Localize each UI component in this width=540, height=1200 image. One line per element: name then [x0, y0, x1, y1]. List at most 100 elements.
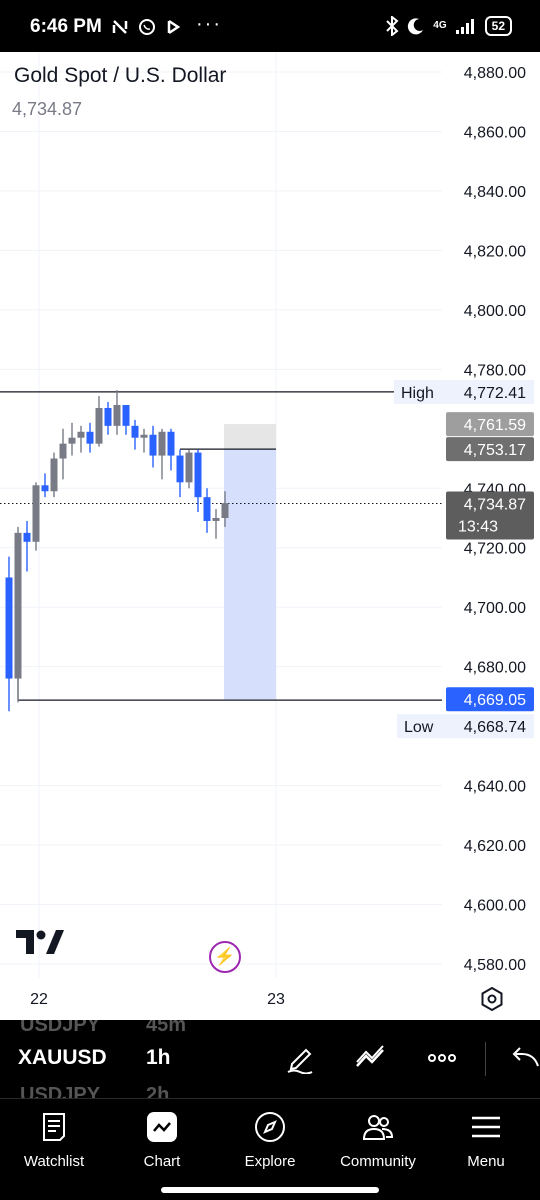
moon-icon — [408, 18, 424, 35]
x-tick-label: 23 — [267, 991, 285, 1008]
interval-button[interactable]: 1h — [146, 1046, 171, 1070]
candle-body[interactable] — [113, 405, 121, 426]
nav-chart[interactable]: Chart — [108, 1111, 216, 1170]
nav-label-explore: Explore — [244, 1153, 296, 1170]
menu-icon — [472, 1116, 500, 1138]
candle-body[interactable] — [95, 407, 103, 444]
candle-body[interactable] — [212, 518, 220, 521]
ghost-symbol-top: USDJPY — [20, 1020, 101, 1036]
candle-body[interactable] — [149, 434, 157, 456]
flash-icon[interactable]: ⚡ — [209, 941, 241, 973]
y-tick-label: 4,580.00 — [464, 957, 526, 974]
tag-4753-text: 4,753.17 — [464, 442, 526, 459]
candle-body[interactable] — [176, 455, 184, 483]
high-label: High — [401, 385, 434, 402]
nav-label-watchlist: Watchlist — [23, 1153, 85, 1170]
position-target-zone[interactable] — [224, 449, 276, 700]
more-notifications: ··· — [196, 13, 222, 35]
candle-body[interactable] — [41, 485, 49, 492]
bluetooth-icon — [386, 16, 399, 36]
current-price-text: 4,734.87 — [464, 497, 526, 514]
y-tick-label: 4,620.00 — [464, 838, 526, 855]
network-type: 4G — [433, 20, 447, 31]
home-indicator[interactable] — [161, 1187, 379, 1193]
nav-label-community: Community — [340, 1153, 416, 1170]
ghost-symbol-bottom: USDJPY — [20, 1084, 101, 1098]
high-value: 4,772.41 — [464, 385, 526, 402]
nav-watchlist[interactable]: Watchlist — [0, 1111, 108, 1170]
low-value: 4,668.74 — [464, 719, 526, 736]
tag-4669-text: 4,669.05 — [464, 692, 526, 709]
status-time: 6:46 PM — [30, 16, 102, 37]
candle-body[interactable] — [194, 452, 202, 498]
candle-body[interactable] — [221, 503, 229, 518]
y-tick-label: 4,800.00 — [464, 303, 526, 320]
community-icon — [362, 1115, 394, 1140]
candle-body[interactable] — [68, 437, 76, 444]
y-tick-label: 4,700.00 — [464, 600, 526, 617]
toolbar-divider — [485, 1042, 486, 1076]
y-tick-label: 4,680.00 — [464, 660, 526, 677]
candle-body[interactable] — [5, 577, 13, 679]
tradingview-logo — [16, 930, 64, 954]
candle-body[interactable] — [32, 485, 40, 542]
candle-body[interactable] — [86, 431, 94, 444]
compass-icon — [255, 1112, 285, 1142]
candle-body[interactable] — [185, 452, 193, 483]
symbol-last-price: 4,734.87 — [12, 99, 83, 119]
more-icon[interactable] — [426, 1042, 458, 1074]
whatsapp-icon — [139, 19, 155, 35]
back-icon[interactable] — [508, 1042, 540, 1074]
y-tick-label: 4,860.00 — [464, 124, 526, 141]
tag-4761-text: 4,761.59 — [464, 417, 526, 434]
candle-body[interactable] — [203, 497, 211, 521]
candle-body[interactable] — [14, 532, 22, 679]
x-tick-label: 22 — [30, 991, 48, 1008]
candle-body[interactable] — [167, 431, 175, 456]
nav-community[interactable]: Community — [324, 1111, 432, 1170]
signal-icon — [455, 19, 474, 34]
nav-explore[interactable]: Explore — [216, 1111, 324, 1170]
watchlist-icon — [43, 1113, 65, 1141]
y-tick-label: 4,820.00 — [464, 243, 526, 260]
candle-body[interactable] — [104, 407, 112, 426]
nav-label-menu: Menu — [467, 1153, 505, 1170]
candle-body[interactable] — [131, 425, 139, 438]
y-tick-label: 4,720.00 — [464, 541, 526, 558]
countdown-text: 13:43 — [458, 519, 498, 536]
symbol-button[interactable]: XAUUSD — [18, 1046, 107, 1070]
chart-toolbar: USDJPY 45m XAUUSD 1h USDJPY 2h — [0, 1020, 540, 1098]
ghost-interval-bottom: 2h — [146, 1084, 170, 1098]
battery-indicator: 52 — [484, 16, 512, 36]
candle-body[interactable] — [50, 458, 58, 492]
app-icon — [167, 19, 181, 35]
nfc-icon — [112, 20, 128, 34]
y-tick-label: 4,600.00 — [464, 898, 526, 915]
y-tick-label: 4,640.00 — [464, 779, 526, 796]
nav-menu[interactable]: Menu — [432, 1111, 540, 1170]
candle-body[interactable] — [77, 431, 85, 438]
candle-body[interactable] — [23, 532, 31, 542]
candle-body[interactable] — [59, 443, 67, 459]
notification-icons — [112, 18, 182, 36]
ghost-interval-top: 45m — [146, 1020, 187, 1036]
candle-body[interactable] — [158, 431, 166, 456]
candle-body[interactable] — [140, 434, 148, 438]
candle-body[interactable] — [122, 405, 130, 426]
status-bar: 6:46 PM ··· 4G 52 — [0, 0, 540, 52]
chart-icon — [147, 1112, 177, 1142]
nav-label-chart: Chart — [143, 1153, 181, 1170]
settings-icon[interactable] — [480, 987, 504, 1011]
bottom-navigation: Watchlist Chart Explore Community Menu — [0, 1098, 540, 1200]
symbol-title: Gold Spot / U.S. Dollar — [14, 64, 227, 87]
system-icons: 4G 52 — [385, 16, 512, 36]
y-tick-label: 4,880.00 — [464, 65, 526, 82]
draw-icon[interactable] — [284, 1042, 316, 1074]
indicators-icon[interactable] — [354, 1042, 386, 1074]
y-tick-label: 4,840.00 — [464, 184, 526, 201]
y-tick-label: 4,780.00 — [464, 362, 526, 379]
price-chart[interactable]: 4,880.00 4,860.00 4,840.00 4,820.00 4,800.00… — [0, 52, 540, 1020]
chart-area[interactable]: 4,880.00 4,860.00 4,840.00 4,820.00 4,800.00… — [0, 52, 540, 1020]
position-stop-zone[interactable] — [224, 424, 276, 450]
low-label: Low — [404, 719, 434, 736]
